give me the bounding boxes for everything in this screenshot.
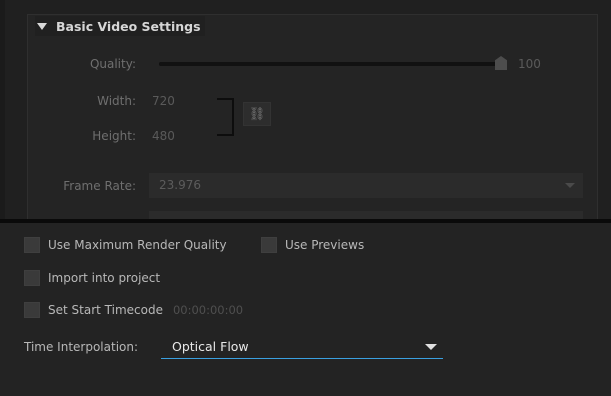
width-label: Width: <box>97 94 136 108</box>
set-start-timecode-option[interactable]: Set Start Timecode 00:00:00:00 <box>24 301 243 319</box>
max-render-quality-label: Use Maximum Render Quality <box>48 238 227 252</box>
chevron-down-icon <box>565 183 575 188</box>
use-previews-option[interactable]: Use Previews <box>261 236 364 254</box>
max-render-quality-checkbox[interactable] <box>24 237 40 253</box>
time-interpolation-label: Time Interpolation: <box>24 340 139 354</box>
max-render-quality-option[interactable]: Use Maximum Render Quality <box>24 236 227 254</box>
quality-value: 100 <box>518 57 541 71</box>
frame-rate-dropdown[interactable]: 23.976 <box>149 173 583 198</box>
constrain-proportions-button[interactable]: ⛓ <box>243 102 271 126</box>
export-settings-panel: Basic Video Settings Quality: 100 Width:… <box>0 0 611 396</box>
group-title: Basic Video Settings <box>56 18 201 34</box>
width-value[interactable]: 720 <box>152 94 175 108</box>
start-timecode-value[interactable]: 00:00:00:00 <box>173 303 243 317</box>
import-into-project-checkbox[interactable] <box>24 270 40 286</box>
set-start-timecode-label: Set Start Timecode <box>48 303 163 317</box>
import-into-project-label: Import into project <box>48 271 161 285</box>
height-label: Height: <box>92 129 136 143</box>
height-value[interactable]: 480 <box>152 129 175 143</box>
quality-slider-fill <box>159 62 503 66</box>
use-previews-label: Use Previews <box>285 238 365 252</box>
quality-label: Quality: <box>89 57 136 71</box>
frame-rate-value: 23.976 <box>159 178 201 192</box>
use-previews-checkbox[interactable] <box>261 237 277 253</box>
basic-video-settings-header[interactable]: Basic Video Settings <box>35 16 205 36</box>
set-start-timecode-checkbox[interactable] <box>24 302 40 318</box>
import-into-project-option[interactable]: Import into project <box>24 269 160 287</box>
frame-rate-label: Frame Rate: <box>63 179 136 193</box>
field-edge <box>149 211 583 219</box>
video-settings-panel: Basic Video Settings Quality: 100 Width:… <box>0 0 611 224</box>
chevron-down-icon <box>425 344 437 350</box>
quality-slider-track[interactable] <box>159 62 503 66</box>
chain-link-icon: ⛓ <box>248 106 266 122</box>
time-interpolation-value: Optical Flow <box>172 339 249 354</box>
time-interpolation-dropdown[interactable]: Optical Flow <box>161 335 443 359</box>
render-options: Use Maximum Render Quality Use Previews … <box>0 223 611 396</box>
aspect-link-bracket <box>217 98 234 136</box>
disclosure-triangle-icon[interactable] <box>37 23 47 30</box>
